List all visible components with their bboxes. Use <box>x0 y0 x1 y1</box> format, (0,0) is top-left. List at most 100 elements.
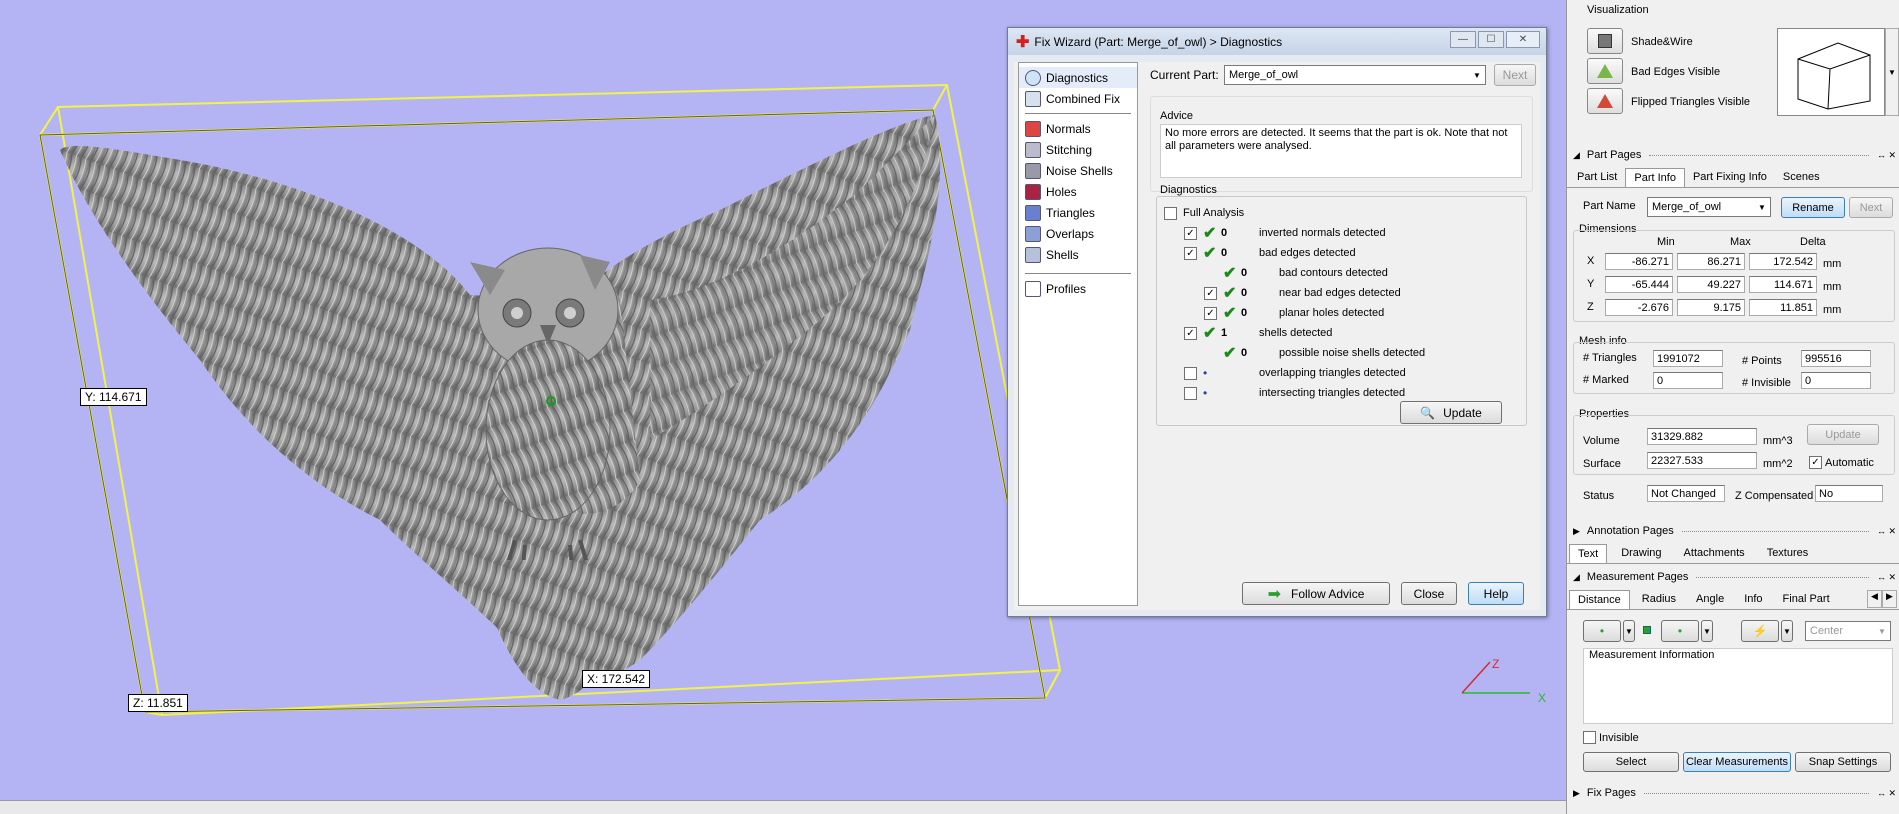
surface-value: 22327.533 <box>1647 452 1757 469</box>
checkbox[interactable] <box>1164 206 1177 220</box>
nav-triangles[interactable]: Triangles <box>1019 202 1137 223</box>
tab-attachments[interactable]: Attachments <box>1670 544 1753 563</box>
tab-drawing[interactable]: Drawing <box>1607 544 1669 563</box>
maximize-button[interactable]: ☐ <box>1478 31 1504 48</box>
tab-part-info[interactable]: Part Info <box>1625 168 1685 187</box>
tab-part-fixing-info[interactable]: Part Fixing Info <box>1685 168 1775 187</box>
nav-stitching[interactable]: Stitching <box>1019 139 1137 160</box>
checkmark-icon: ✔ <box>1223 265 1237 282</box>
fix-pages-header[interactable]: ▶ Fix Pages ↔ ✕ <box>1567 784 1899 802</box>
surface-label: Surface <box>1583 458 1621 470</box>
link-square-icon <box>1643 626 1651 634</box>
rename-button[interactable]: Rename <box>1781 197 1845 218</box>
annotation-pages-header[interactable]: ▶ Annotation Pages ↔ ✕ <box>1567 522 1899 540</box>
pending-dot-icon: • <box>1203 386 1208 400</box>
follow-advice-button[interactable]: ➡ Follow Advice <box>1242 582 1390 605</box>
close-window-button[interactable]: ✕ <box>1506 31 1540 48</box>
checkbox[interactable]: ✓ <box>1184 326 1197 340</box>
expand-triangle-icon: ▶ <box>1573 525 1580 536</box>
tab-textures[interactable]: Textures <box>1753 544 1817 563</box>
current-part-label: Current Part: <box>1150 68 1219 82</box>
full-analysis-checkbox[interactable]: Full Analysis <box>1164 204 1244 222</box>
dim-x-delta: 172.542 <box>1749 253 1817 270</box>
nav-profiles[interactable]: Profiles <box>1019 278 1137 299</box>
checkbox[interactable]: ✓ <box>1204 306 1217 320</box>
stitching-icon <box>1025 141 1041 158</box>
next-button[interactable]: Next <box>1494 64 1536 86</box>
tab-radius[interactable]: Radius <box>1630 590 1684 609</box>
measure-tool-button[interactable]: ⚡ <box>1741 620 1779 642</box>
part-pages-header[interactable]: ◢ Part Pages ↔ ✕ <box>1567 146 1899 164</box>
nav-holes[interactable]: Holes <box>1019 181 1137 202</box>
dim-axis-z: Z <box>1587 301 1594 313</box>
checkmark-icon: ✔ <box>1223 285 1237 302</box>
part-name-select[interactable]: Merge_of_owl ▼ <box>1647 197 1771 217</box>
dim-header-max: Max <box>1730 236 1751 248</box>
checkmark-icon: ✔ <box>1223 345 1237 362</box>
checkmark-icon: ✔ <box>1203 225 1217 242</box>
update-button[interactable]: 🔍 Update <box>1400 401 1502 424</box>
tab-info[interactable]: Info <box>1732 590 1770 609</box>
help-button[interactable]: Help <box>1468 582 1524 605</box>
snap-settings-button[interactable]: Snap Settings <box>1795 752 1891 772</box>
measure-tool-dropdown[interactable]: ▼ <box>1781 620 1793 642</box>
view-dropdown-arrow[interactable]: ▼ <box>1885 28 1899 116</box>
next-part-button[interactable]: Next <box>1849 197 1893 218</box>
current-part-select[interactable]: Merge_of_owl ▼ <box>1224 65 1486 85</box>
dim-z-unit: mm <box>1823 304 1842 316</box>
tab-final-part[interactable]: Final Part <box>1771 590 1838 609</box>
arrow-right-icon: ➡ <box>1267 585 1282 603</box>
view-cube[interactable] <box>1777 28 1885 116</box>
point-dropdown-2[interactable]: ▼ <box>1701 620 1713 642</box>
checkbox[interactable]: ✓ <box>1184 226 1197 240</box>
tab-part-list[interactable]: Part List <box>1569 168 1625 187</box>
axis-z-label: Z <box>1492 657 1499 671</box>
flipped-triangles-button[interactable] <box>1587 88 1623 114</box>
dialog-titlebar[interactable]: ✚ Fix Wizard (Part: Merge_of_owl) > Diag… <box>1008 28 1546 55</box>
update-properties-button[interactable]: Update <box>1807 424 1879 445</box>
properties-panel: Visualization Shade&Wire Bad Edges Visib… <box>1566 0 1899 814</box>
point-button-2[interactable]: • <box>1661 620 1699 642</box>
checkbox[interactable] <box>1184 366 1197 380</box>
center-select[interactable]: Center ▼ <box>1805 621 1891 641</box>
close-button[interactable]: Close <box>1401 582 1457 605</box>
tab-angle[interactable]: Angle <box>1684 590 1732 609</box>
fix-wizard-icon: ✚ <box>1016 33 1030 51</box>
nav-noise-shells[interactable]: Noise Shells <box>1019 160 1137 181</box>
checkmark-icon: ✔ <box>1223 305 1237 322</box>
bad-edges-button[interactable] <box>1587 58 1623 84</box>
point-button-1[interactable]: • <box>1583 620 1621 642</box>
shade-wire-button[interactable] <box>1587 28 1623 54</box>
visualization-title: Visualization <box>1587 4 1649 16</box>
nav-combined-fix[interactable]: Combined Fix <box>1019 88 1137 109</box>
checkbox[interactable]: ✓ <box>1184 246 1197 260</box>
diagnostics-title: Diagnostics <box>1160 184 1217 196</box>
point-dropdown-1[interactable]: ▼ <box>1623 620 1635 642</box>
tab-scenes[interactable]: Scenes <box>1775 168 1828 187</box>
status-label: Status <box>1583 490 1615 502</box>
nav-diagnostics[interactable]: Diagnostics <box>1019 67 1137 88</box>
diag-row-shells: ✓ ✔ 1 shells detected <box>1184 324 1332 342</box>
dim-z-min: -2.676 <box>1605 299 1673 316</box>
tab-distance[interactable]: Distance <box>1569 590 1630 609</box>
invisible-count-label: # Invisible <box>1742 377 1791 389</box>
measurement-pages-header[interactable]: ◢ Measurement Pages ↔ ✕ <box>1567 568 1899 586</box>
nav-shells[interactable]: Shells <box>1019 244 1137 265</box>
select-button[interactable]: Select <box>1583 752 1679 772</box>
invisible-count-value: 0 <box>1801 372 1871 389</box>
collapse-triangle-icon: ◢ <box>1573 149 1580 160</box>
view-cube-icon <box>1797 42 1871 110</box>
expand-triangle-icon: ▶ <box>1573 787 1580 798</box>
invisible-checkbox[interactable]: Invisible <box>1583 731 1639 744</box>
clear-measurements-button[interactable]: Clear Measurements <box>1683 752 1791 772</box>
tab-text[interactable]: Text <box>1569 544 1608 563</box>
nav-normals[interactable]: Normals <box>1019 118 1137 139</box>
advice-text: No more errors are detected. It seems th… <box>1160 124 1522 178</box>
checkbox[interactable]: ✓ <box>1204 286 1217 300</box>
tab-scroll-arrows[interactable]: ◀ ▶ <box>1867 590 1897 608</box>
checkbox[interactable] <box>1184 386 1197 400</box>
automatic-checkbox[interactable]: ✓ Automatic <box>1809 456 1874 469</box>
nav-overlaps[interactable]: Overlaps <box>1019 223 1137 244</box>
minimize-button[interactable]: — <box>1450 31 1476 48</box>
dim-y-delta: 114.671 <box>1749 276 1817 293</box>
